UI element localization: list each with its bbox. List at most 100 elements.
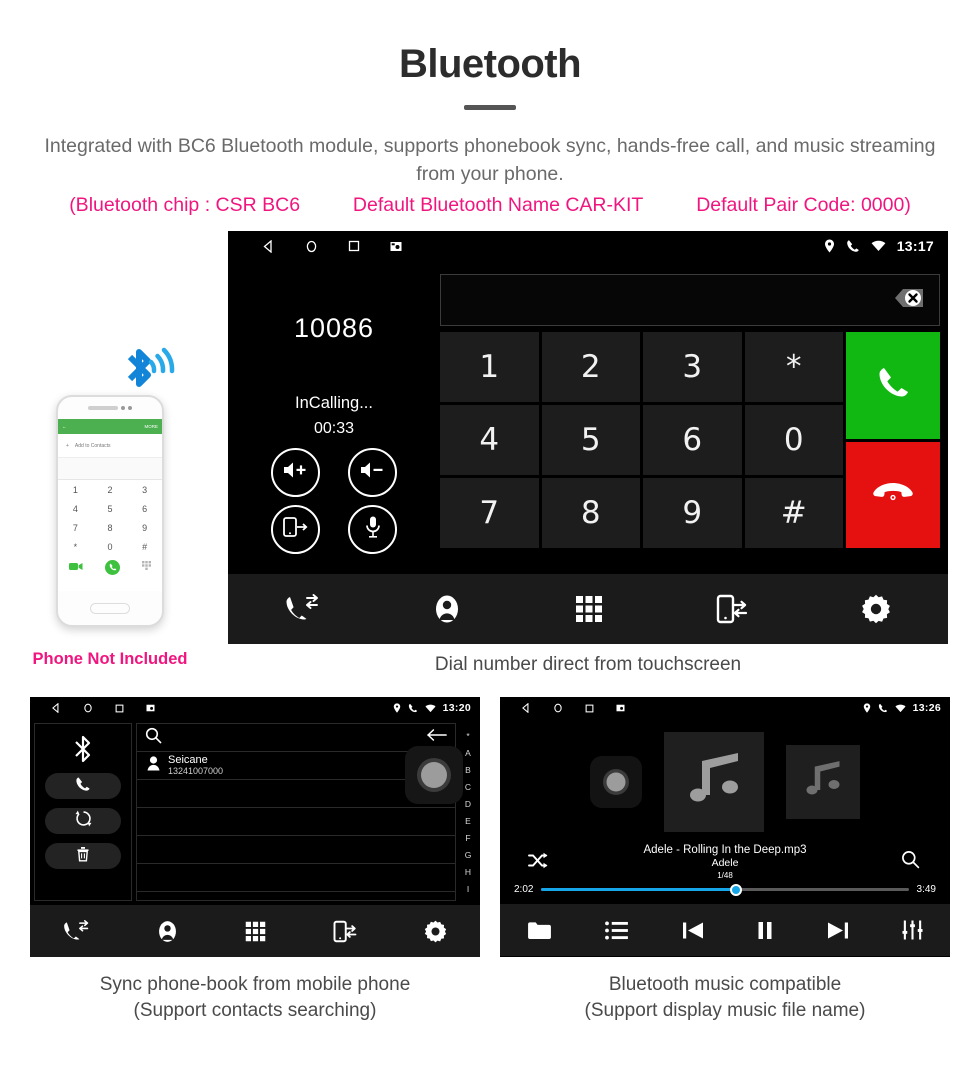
key-hash[interactable]: #: [744, 478, 843, 548]
video-call-icon[interactable]: [69, 558, 83, 576]
call-button[interactable]: [846, 332, 940, 439]
call-log-icon[interactable]: [63, 919, 89, 943]
index-letter[interactable]: G: [465, 850, 472, 860]
pm-key-0[interactable]: 0: [93, 537, 128, 556]
pm-key-3[interactable]: 3: [127, 480, 162, 499]
album-art-carousel: [500, 719, 950, 844]
pm-key-4[interactable]: 4: [58, 499, 93, 518]
album-art-current[interactable]: [664, 731, 764, 832]
key-7[interactable]: 7: [440, 478, 539, 548]
pm-key-1[interactable]: 1: [58, 480, 93, 499]
index-letter[interactable]: H: [465, 867, 471, 877]
phonebook-delete-button[interactable]: [45, 843, 121, 869]
key-star[interactable]: *: [744, 332, 843, 402]
search-icon[interactable]: [145, 727, 162, 749]
plus-icon: +: [66, 442, 69, 449]
microphone-button[interactable]: [348, 505, 397, 554]
search-icon[interactable]: [901, 850, 920, 874]
call-icon: [75, 776, 91, 797]
index-letter[interactable]: D: [465, 799, 471, 809]
phone-keypad-toggle-icon[interactable]: [142, 558, 151, 576]
volume-down-button[interactable]: [348, 448, 397, 497]
phone-number-input[interactable]: [440, 274, 940, 326]
keypad-icon[interactable]: [575, 595, 603, 623]
folder-icon[interactable]: [527, 920, 552, 940]
previous-icon[interactable]: [682, 921, 704, 940]
pm-key-7[interactable]: 7: [58, 518, 93, 537]
index-letter[interactable]: C: [465, 782, 471, 792]
recents-icon[interactable]: [348, 240, 360, 252]
key-0[interactable]: 0: [744, 405, 843, 475]
back-icon[interactable]: [521, 703, 531, 713]
pm-key-star[interactable]: *: [58, 537, 93, 556]
settings-icon[interactable]: [861, 594, 891, 624]
back-arrow-icon[interactable]: [427, 728, 447, 747]
pm-key-5[interactable]: 5: [93, 499, 128, 518]
contact-row-empty[interactable]: [137, 864, 455, 892]
pm-key-8[interactable]: 8: [93, 518, 128, 537]
key-3[interactable]: 3: [643, 332, 742, 402]
phone-call-button[interactable]: [105, 559, 120, 575]
phonebook-caption-line2: (Support contacts searching): [133, 1000, 377, 1021]
next-icon[interactable]: [827, 921, 849, 940]
phonebook-sync-button[interactable]: [45, 808, 121, 834]
phonebook-call-button[interactable]: [45, 773, 121, 799]
recents-icon[interactable]: [585, 704, 594, 713]
recents-icon[interactable]: [115, 704, 124, 713]
index-letter[interactable]: A: [465, 748, 471, 758]
contact-row-empty[interactable]: [137, 808, 455, 836]
key-1[interactable]: 1: [440, 332, 539, 402]
contacts-icon[interactable]: [432, 594, 462, 624]
back-icon[interactable]: [262, 239, 275, 253]
key-9[interactable]: 9: [643, 478, 742, 548]
pm-key-9[interactable]: 9: [127, 518, 162, 537]
key-4[interactable]: 4: [440, 405, 539, 475]
volume-up-button[interactable]: [271, 448, 320, 497]
contact-row-empty[interactable]: [137, 836, 455, 864]
pm-key-2[interactable]: 2: [93, 480, 128, 499]
volume-down-icon: [359, 460, 386, 485]
more-label[interactable]: MORE: [145, 424, 159, 429]
pm-key-6[interactable]: 6: [127, 499, 162, 518]
key-8[interactable]: 8: [541, 478, 640, 548]
index-letter[interactable]: *: [466, 731, 469, 741]
backspace-icon[interactable]: [883, 284, 925, 317]
equalizer-icon[interactable]: [902, 920, 923, 940]
phone-keypad: 1 2 3 4 5 6 7 8 9 * 0 #: [58, 480, 162, 556]
phone-call-bar: [58, 556, 162, 578]
hangup-button[interactable]: [846, 441, 940, 548]
pm-key-hash[interactable]: #: [127, 537, 162, 556]
home-icon[interactable]: [305, 240, 318, 253]
index-letter[interactable]: I: [467, 884, 469, 894]
home-icon[interactable]: [83, 703, 93, 713]
seek-row: 2:02 3:49: [500, 880, 950, 896]
back-icon[interactable]: [51, 703, 61, 713]
progress-slider[interactable]: [541, 883, 909, 896]
settings-icon[interactable]: [424, 920, 447, 943]
key-5[interactable]: 5: [541, 405, 640, 475]
phone-sync-icon[interactable]: [716, 594, 748, 624]
key-2[interactable]: 2: [541, 332, 640, 402]
call-state-label: InCalling...: [295, 394, 373, 412]
screenshot-icon[interactable]: [146, 704, 155, 712]
index-letter[interactable]: E: [465, 816, 471, 826]
transfer-to-phone-button[interactable]: [271, 505, 320, 554]
home-icon[interactable]: [553, 703, 563, 713]
phone-sync-icon[interactable]: [333, 920, 357, 943]
index-letter[interactable]: F: [465, 833, 470, 843]
title-divider: [464, 105, 516, 110]
contacts-icon[interactable]: [156, 920, 179, 943]
keypad-icon[interactable]: [245, 921, 266, 942]
status-time: 13:26: [912, 702, 941, 714]
pause-icon[interactable]: [757, 921, 773, 940]
index-letter[interactable]: B: [465, 765, 471, 775]
screenshot-icon[interactable]: [616, 704, 625, 712]
shuffle-icon[interactable]: [528, 852, 548, 874]
call-log-icon[interactable]: [285, 594, 319, 624]
screenshot-icon[interactable]: [390, 241, 402, 252]
key-6[interactable]: 6: [643, 405, 742, 475]
playlist-icon[interactable]: [605, 920, 629, 940]
album-art-next[interactable]: [786, 744, 860, 819]
add-to-contacts-row[interactable]: + Add to Contacts: [58, 434, 162, 458]
back-arrow-icon[interactable]: ←: [62, 424, 67, 429]
